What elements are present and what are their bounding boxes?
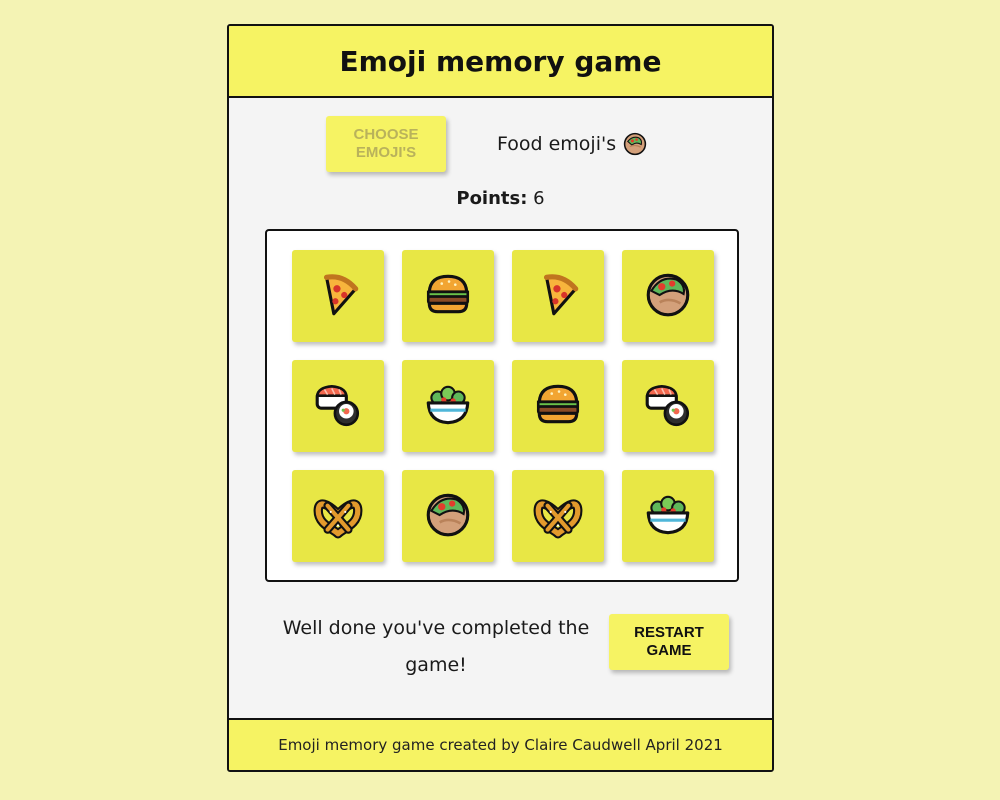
completion-message: Well done you've completed the game! <box>282 617 590 676</box>
falafel-icon <box>622 131 648 157</box>
pizza-icon <box>312 268 364 324</box>
pretzel-icon <box>532 488 584 544</box>
status-row: Well done you've completed the game! Res… <box>229 604 772 684</box>
game-board <box>265 229 739 582</box>
memory-card[interactable] <box>622 250 714 342</box>
falafel-icon <box>642 268 694 324</box>
controls-row: Choose emoji's Food emoji's <box>229 116 772 174</box>
footer-credit: Emoji memory game created by Claire Caud… <box>278 736 723 754</box>
memory-card[interactable] <box>402 250 494 342</box>
memory-card[interactable] <box>402 360 494 452</box>
hamburger-icon <box>532 378 584 434</box>
salad-icon <box>642 488 694 544</box>
memory-card[interactable] <box>512 360 604 452</box>
falafel-icon <box>422 488 474 544</box>
memory-card[interactable] <box>292 470 384 562</box>
memory-card[interactable] <box>292 360 384 452</box>
page-title: Emoji memory game <box>339 44 662 78</box>
memory-card[interactable] <box>512 250 604 342</box>
points-value: 6 <box>533 188 545 209</box>
footer: Emoji memory game created by Claire Caud… <box>229 718 772 770</box>
points-label: Points: <box>456 188 528 209</box>
memory-card[interactable] <box>512 470 604 562</box>
memory-card[interactable] <box>292 250 384 342</box>
restart-game-button[interactable]: Restart game <box>609 614 729 670</box>
card-grid <box>292 250 714 562</box>
points-display: Points: 6 <box>229 188 772 209</box>
choose-emojis-button[interactable]: Choose emoji's <box>326 116 446 172</box>
memory-card[interactable] <box>622 470 714 562</box>
game-panel: Emoji memory game Choose emoji's Food em… <box>227 24 774 772</box>
pretzel-icon <box>312 488 364 544</box>
memory-card[interactable] <box>402 470 494 562</box>
sushi-icon <box>642 378 694 434</box>
pizza-icon <box>532 268 584 324</box>
hamburger-icon <box>422 268 474 324</box>
memory-card[interactable] <box>622 360 714 452</box>
sushi-icon <box>312 378 364 434</box>
selected-emoji-set: Food emoji's <box>497 131 648 157</box>
salad-icon <box>422 378 474 434</box>
header: Emoji memory game <box>229 26 772 98</box>
selected-set-label: Food emoji's <box>497 133 617 155</box>
